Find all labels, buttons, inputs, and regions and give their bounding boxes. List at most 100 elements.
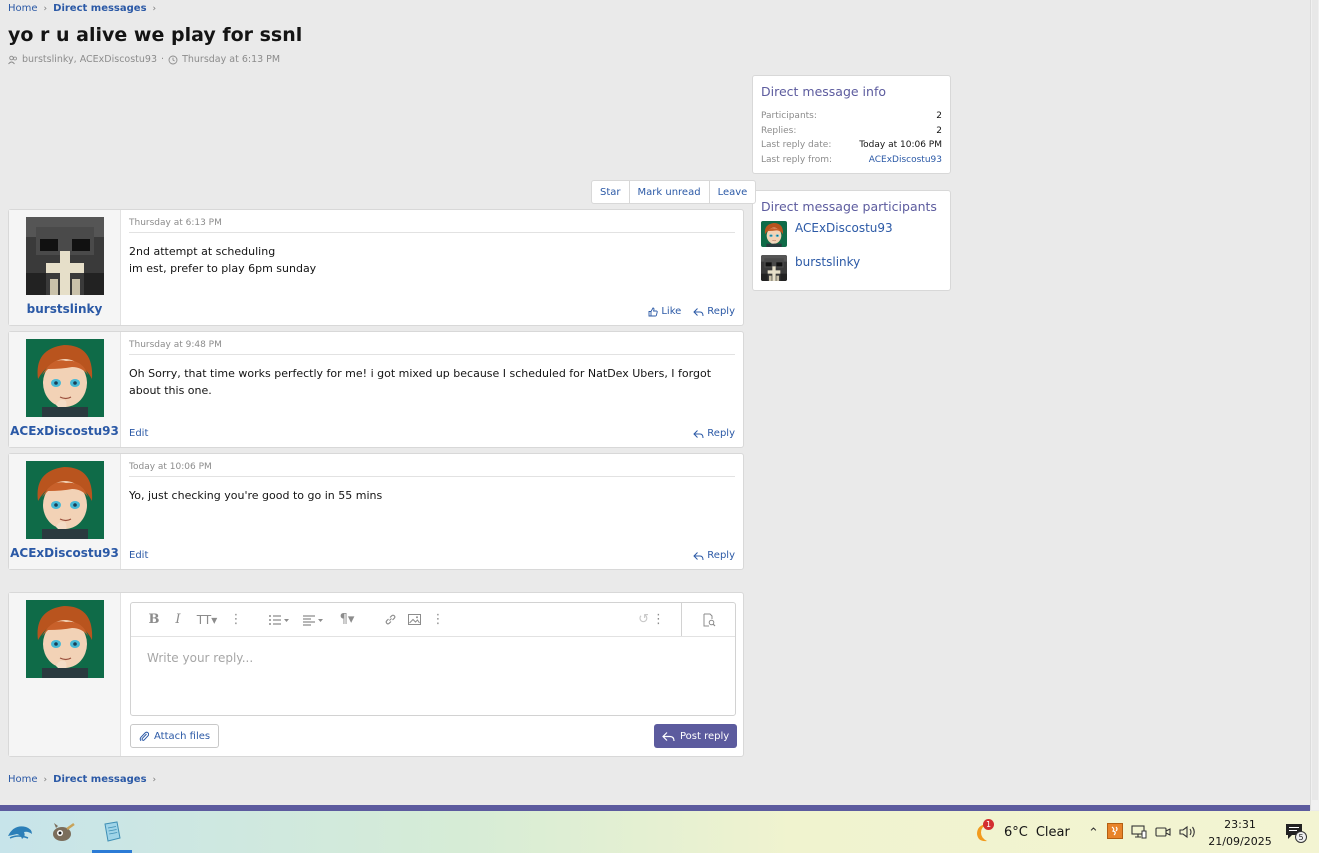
align-icon[interactable]: [297, 614, 329, 626]
breadcrumb-direct-messages[interactable]: Direct messages: [53, 774, 146, 785]
page-title: yo r u alive we play for ssnl: [8, 24, 303, 46]
list-icon[interactable]: [263, 614, 295, 626]
meet-icon[interactable]: [1155, 824, 1171, 843]
message-line: 2nd attempt at scheduling: [129, 245, 276, 258]
message-line: Yo, just checking you're good to go in 5…: [129, 489, 383, 502]
message-footer: Like Reply: [129, 306, 735, 317]
notepad-app-icon[interactable]: [92, 811, 132, 853]
star-button[interactable]: Star: [592, 181, 630, 203]
more-options-icon[interactable]: ⋮: [225, 612, 247, 627]
message-footer: Edit Reply: [129, 550, 735, 561]
avatar[interactable]: [761, 255, 787, 281]
meta-separator: ·: [161, 54, 165, 65]
info-value: 2: [936, 111, 942, 122]
reply-label: Reply: [707, 550, 735, 561]
moon-icon: 1: [972, 819, 996, 843]
username[interactable]: burstslinky: [27, 302, 103, 316]
message-date[interactable]: Thursday at 6:13 PM: [129, 218, 735, 233]
editor-toolbar: B I TT▾ ⋮ ¶▾ ⋮ ↺ ⋮: [131, 603, 735, 637]
network-icon[interactable]: [1131, 824, 1147, 843]
system-clock[interactable]: 23:31 21/09/2025: [1206, 816, 1274, 850]
breadcrumb-home[interactable]: Home: [8, 3, 38, 14]
notifications-icon[interactable]: 5: [1285, 823, 1307, 847]
speaker-icon[interactable]: [1179, 824, 1197, 843]
reply-user-cell: [9, 593, 121, 756]
image-icon[interactable]: [403, 614, 425, 625]
conversation-date[interactable]: Thursday at 6:13 PM: [182, 54, 280, 65]
info-label: Replies:: [761, 125, 797, 136]
page-scrollbar[interactable]: [1310, 0, 1319, 810]
reply-input-placeholder[interactable]: Write your reply...: [131, 637, 735, 679]
username[interactable]: ACExDiscostu93: [10, 424, 119, 438]
leave-button[interactable]: Leave: [710, 181, 756, 203]
participants-block: Direct message participants ACExDiscostu…: [752, 190, 951, 291]
italic-icon[interactable]: I: [167, 612, 189, 627]
avatar[interactable]: [761, 221, 787, 247]
attach-files-button[interactable]: Attach files: [130, 724, 220, 748]
breadcrumb-home[interactable]: Home: [8, 774, 38, 785]
gimp-app-icon[interactable]: [43, 811, 83, 853]
participants-line[interactable]: burstslinky, ACExDiscostu93: [22, 54, 157, 65]
reply-icon: [693, 307, 704, 316]
participant-name[interactable]: burstslinky: [795, 255, 860, 269]
info-row: Last reply from: ACExDiscostu93: [753, 153, 950, 168]
paperclip-icon: [139, 731, 149, 742]
breadcrumb-direct-messages[interactable]: Direct messages: [53, 3, 146, 14]
link-icon[interactable]: [379, 613, 401, 626]
reply-button[interactable]: Reply: [693, 550, 735, 561]
clock-time: 23:31: [1224, 818, 1256, 831]
message-body: Thursday at 6:13 PM 2nd attempt at sched…: [121, 210, 743, 325]
more-options-icon[interactable]: ⋮: [427, 612, 449, 627]
like-label: Like: [661, 306, 682, 317]
reply-editor[interactable]: B I TT▾ ⋮ ¶▾ ⋮ ↺ ⋮ Write your reply...: [130, 602, 736, 716]
system-tray: ⌃: [1088, 823, 1197, 843]
info-value: 2: [936, 125, 942, 136]
message-text: Yo, just checking you're good to go in 5…: [129, 487, 735, 504]
avatar[interactable]: [25, 461, 104, 539]
message-user-cell: burstslinky: [9, 210, 121, 325]
weather-widget[interactable]: 1 6°C Clear: [972, 819, 1070, 843]
scrollbar-thumb[interactable]: [1312, 0, 1318, 800]
message-body: Thursday at 9:48 PM Oh Sorry, that time …: [121, 332, 743, 447]
message: ACExDiscostu93 Today at 10:06 PM Yo, jus…: [8, 453, 744, 570]
preview-icon[interactable]: [681, 603, 735, 636]
clock-date: 21/09/2025: [1208, 835, 1272, 848]
reply-form: B I TT▾ ⋮ ¶▾ ⋮ ↺ ⋮ Write your reply... A…: [8, 592, 744, 757]
message: ACExDiscostu93 Thursday at 9:48 PM Oh So…: [8, 331, 744, 448]
conversation-actions: Star Mark unread Leave: [591, 180, 757, 204]
chevron-right-icon: ›: [43, 3, 48, 14]
edit-button[interactable]: Edit: [129, 428, 148, 439]
java-icon[interactable]: [1106, 823, 1123, 843]
post-reply-button[interactable]: Post reply: [654, 724, 738, 748]
reply-button[interactable]: Reply: [693, 428, 735, 439]
dolphin-app-icon[interactable]: [0, 811, 40, 853]
text-size-icon[interactable]: TT▾: [191, 613, 223, 627]
username[interactable]: ACExDiscostu93: [10, 546, 119, 560]
conversation-meta: burstslinky, ACExDiscostu93 · Thursday a…: [8, 54, 280, 65]
message: burstslinky Thursday at 6:13 PM 2nd atte…: [8, 209, 744, 326]
message-date[interactable]: Today at 10:06 PM: [129, 462, 735, 477]
undo-icon[interactable]: ↺: [638, 612, 649, 627]
last-reply-user-link[interactable]: ACExDiscostu93: [869, 155, 942, 165]
edit-button[interactable]: Edit: [129, 550, 148, 561]
participant-row[interactable]: burstslinky: [753, 254, 950, 282]
message-user-cell: ACExDiscostu93: [9, 332, 121, 447]
chevron-up-icon[interactable]: ⌃: [1088, 826, 1099, 841]
message-date[interactable]: Thursday at 9:48 PM: [129, 340, 735, 355]
reply-label: Reply: [707, 428, 735, 439]
bold-icon[interactable]: B: [143, 612, 165, 627]
info-label: Last reply from:: [761, 154, 833, 165]
avatar[interactable]: [25, 217, 104, 295]
like-button[interactable]: Like: [648, 306, 681, 317]
paragraph-icon[interactable]: ¶▾: [331, 612, 363, 627]
participant-name[interactable]: ACExDiscostu93: [795, 221, 893, 235]
thumbs-up-icon: [648, 307, 659, 316]
participant-row[interactable]: ACExDiscostu93: [753, 220, 950, 248]
info-row: Replies: 2: [753, 124, 950, 139]
reply-button[interactable]: Reply: [693, 306, 735, 317]
chevron-right-icon: ›: [152, 3, 157, 14]
mark-unread-button[interactable]: Mark unread: [630, 181, 710, 203]
reply-icon: [693, 551, 704, 560]
more-options-icon[interactable]: ⋮: [652, 612, 665, 627]
avatar[interactable]: [25, 339, 104, 417]
